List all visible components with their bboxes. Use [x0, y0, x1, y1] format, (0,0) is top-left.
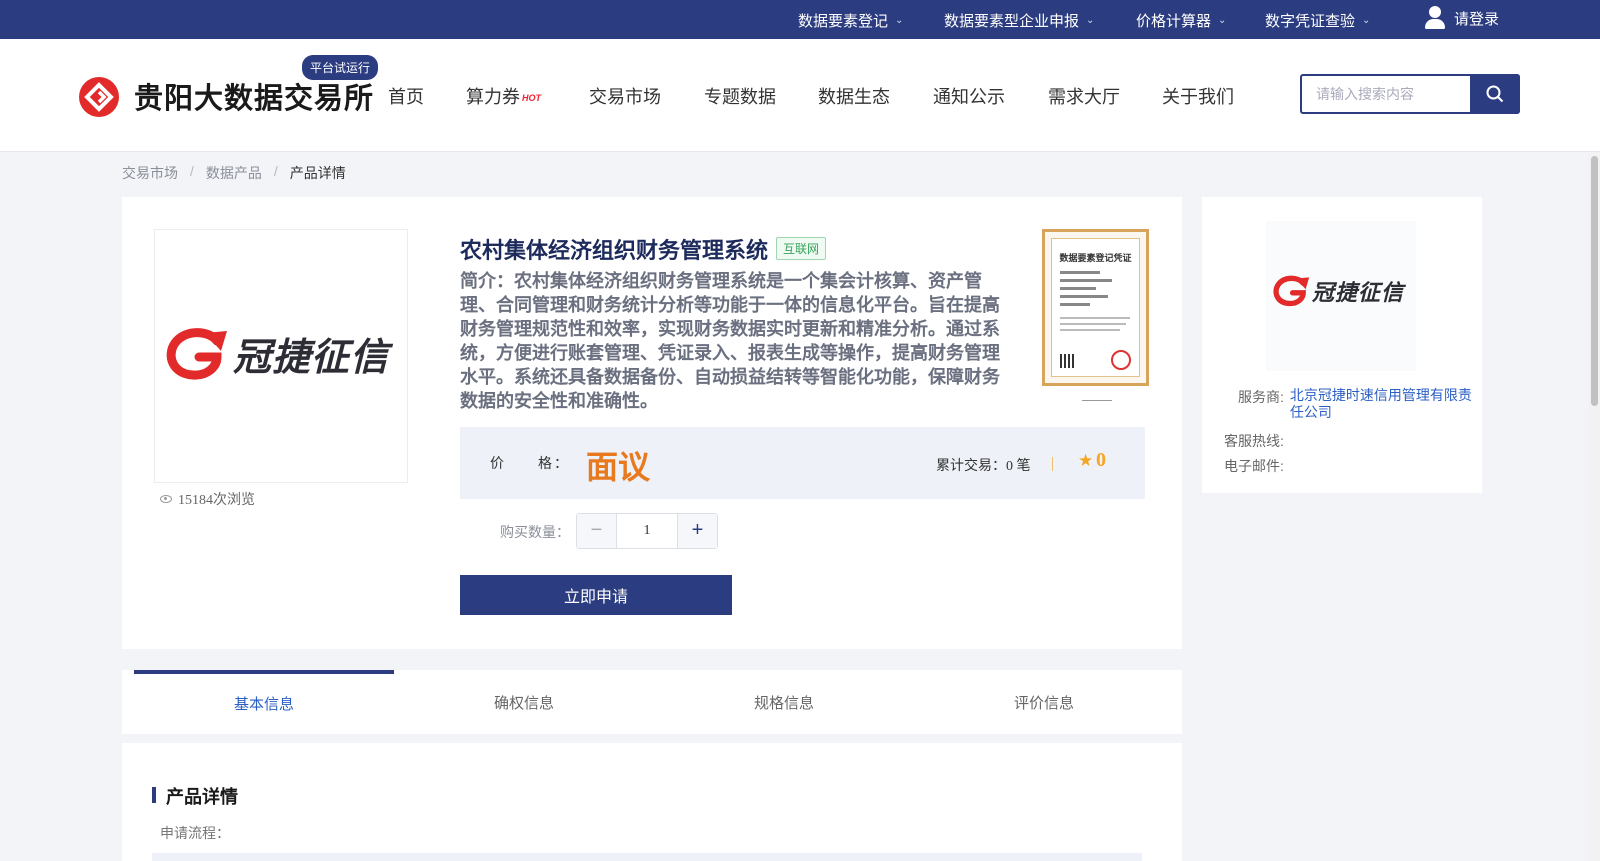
price-panel: 价 格： 面议 累计交易：0 笔 ★ 0 — [460, 427, 1145, 499]
product-detail-section: 产品详情 申请流程： — [122, 743, 1182, 861]
topbar-item-certificate-check[interactable]: 数字凭证查验 ⌄ — [1265, 10, 1370, 31]
provider-card: 冠捷征信 服务商: 北京冠捷时速信用管理有限责任公司 客服热线: 电子邮件: — [1202, 197, 1482, 493]
nav-about-us[interactable]: 关于我们 — [1162, 83, 1234, 109]
chevron-down-icon: ⌄ — [895, 15, 904, 26]
breadcrumb-trading-market[interactable]: 交易市场 — [122, 163, 178, 183]
nav-demand-hall[interactable]: 需求大厅 — [1048, 83, 1120, 109]
brand-logo: 冠捷征信 — [165, 326, 389, 381]
provider-logo: 冠捷征信 — [1266, 221, 1416, 371]
search-icon — [1486, 85, 1504, 103]
deal-count: 累计交易：0 笔 — [936, 459, 1031, 474]
tab-spec-info[interactable]: 规格信息 — [654, 670, 914, 734]
section-title: 产品详情 — [166, 787, 238, 807]
topbar-item-data-registration[interactable]: 数据要素登记 ⌄ — [798, 10, 903, 31]
breadcrumb-data-products[interactable]: 数据产品 — [206, 163, 262, 183]
apply-process-content — [152, 853, 1142, 861]
breadcrumb: 交易市场 / 数据产品 / 产品详情 — [122, 163, 346, 183]
quantity-stepper: − 1 + — [576, 513, 718, 549]
provider-hotline-row: 客服热线: — [1224, 433, 1284, 449]
nav-topic-data[interactable]: 专题数据 — [704, 83, 776, 109]
product-image: 冠捷征信 — [154, 229, 408, 483]
topbar-item-price-calculator[interactable]: 价格计算器 ⌄ — [1136, 10, 1226, 31]
chevron-down-icon: ⌄ — [1362, 15, 1371, 26]
provider-logo-text: 冠捷征信 — [1312, 280, 1405, 306]
chevron-down-icon: ⌄ — [1086, 15, 1095, 26]
product-card: 冠捷征信 15184次浏览 农村集体经济组织财务管理系统 互联网 简介：农村集体… — [122, 197, 1182, 649]
nav-trading-market[interactable]: 交易市场 — [589, 83, 661, 109]
certificate-carousel-indicator[interactable] — [1082, 400, 1112, 401]
topbar-item-enterprise-declare[interactable]: 数据要素型企业申报 ⌄ — [944, 10, 1094, 31]
top-utility-bar: 数据要素登记 ⌄ 数据要素型企业申报 ⌄ 价格计算器 ⌄ 数字凭证查验 ⌄ 请登录 — [0, 0, 1600, 39]
brand-logo-text: 冠捷征信 — [233, 334, 390, 379]
price-label: 价 格： — [490, 455, 570, 471]
info-tabs: 基本信息 确权信息 规格信息 评价信息 — [122, 670, 1182, 734]
login-link[interactable]: 请登录 — [1424, 6, 1499, 30]
category-tag: 互联网 — [776, 237, 827, 260]
tab-basic-info[interactable]: 基本信息 — [134, 670, 394, 734]
apply-now-button[interactable]: 立即申请 — [460, 575, 732, 615]
page-scrollbar[interactable] — [1588, 152, 1600, 861]
search-input[interactable] — [1302, 76, 1472, 112]
nav-notices[interactable]: 通知公示 — [933, 83, 1005, 109]
tab-ownership-info[interactable]: 确权信息 — [394, 670, 654, 734]
user-icon — [1424, 6, 1446, 30]
hot-badge-icon: HOT — [522, 93, 541, 104]
site-name[interactable]: 贵阳大数据交易所 — [134, 75, 374, 117]
quantity-value[interactable]: 1 — [617, 514, 677, 548]
registration-certificate[interactable]: 数据要素登记凭证 — [1042, 229, 1149, 386]
star-icon: ★ — [1078, 451, 1094, 470]
product-intro: 简介：农村集体经济组织财务管理系统是一个集会计核算、资产管理、合同管理和财务统计… — [460, 271, 1000, 411]
rating-value: 0 — [1096, 449, 1106, 471]
price-value: 面议 — [586, 449, 651, 485]
qr-code-icon — [1060, 354, 1074, 368]
product-title: 农村集体经济组织财务管理系统 — [460, 238, 769, 263]
seal-icon — [1111, 350, 1131, 370]
certificate-title: 数据要素登记凭证 — [1059, 253, 1132, 263]
quantity-label: 购买数量： — [500, 524, 570, 540]
section-marker — [152, 787, 156, 803]
view-count: 15184次浏览 — [160, 489, 255, 509]
scrollbar-thumb[interactable] — [1591, 156, 1598, 406]
apply-process-label: 申请流程： — [160, 825, 230, 841]
divider — [1052, 457, 1053, 471]
breadcrumb-separator: / — [190, 163, 194, 179]
site-header: 贵阳大数据交易所 平台试运行 首页 算力券 HOT 交易市场 专题数据 数据生态 … — [0, 39, 1600, 152]
provider-brand-logo: 冠捷征信 — [1272, 275, 1404, 307]
breadcrumb-separator: / — [273, 163, 278, 179]
chevron-down-icon: ⌄ — [1218, 15, 1227, 26]
provider-name-link[interactable]: 北京冠捷时速信用管理有限责任公司 — [1290, 387, 1476, 421]
provider-email-row: 电子邮件: — [1224, 458, 1284, 474]
eye-icon — [160, 495, 172, 503]
breadcrumb-current: 产品详情 — [289, 165, 346, 181]
trial-badge: 平台试运行 — [302, 55, 379, 80]
quantity-increase-button[interactable]: + — [677, 514, 717, 548]
nav-home[interactable]: 首页 — [388, 83, 424, 109]
search-box — [1300, 74, 1520, 114]
nav-compute-voucher[interactable]: 算力券 HOT — [466, 83, 541, 109]
brand-logo-icon — [166, 327, 227, 380]
tab-review-info[interactable]: 评价信息 — [914, 670, 1174, 734]
nav-data-ecosystem[interactable]: 数据生态 — [818, 83, 890, 109]
quantity-decrease-button[interactable]: − — [577, 514, 617, 548]
provider-service-row: 服务商: 北京冠捷时速信用管理有限责任公司 — [1238, 387, 1476, 421]
search-button[interactable] — [1470, 74, 1520, 114]
site-logo-icon[interactable] — [78, 76, 120, 118]
brand-logo-icon — [1273, 275, 1310, 307]
